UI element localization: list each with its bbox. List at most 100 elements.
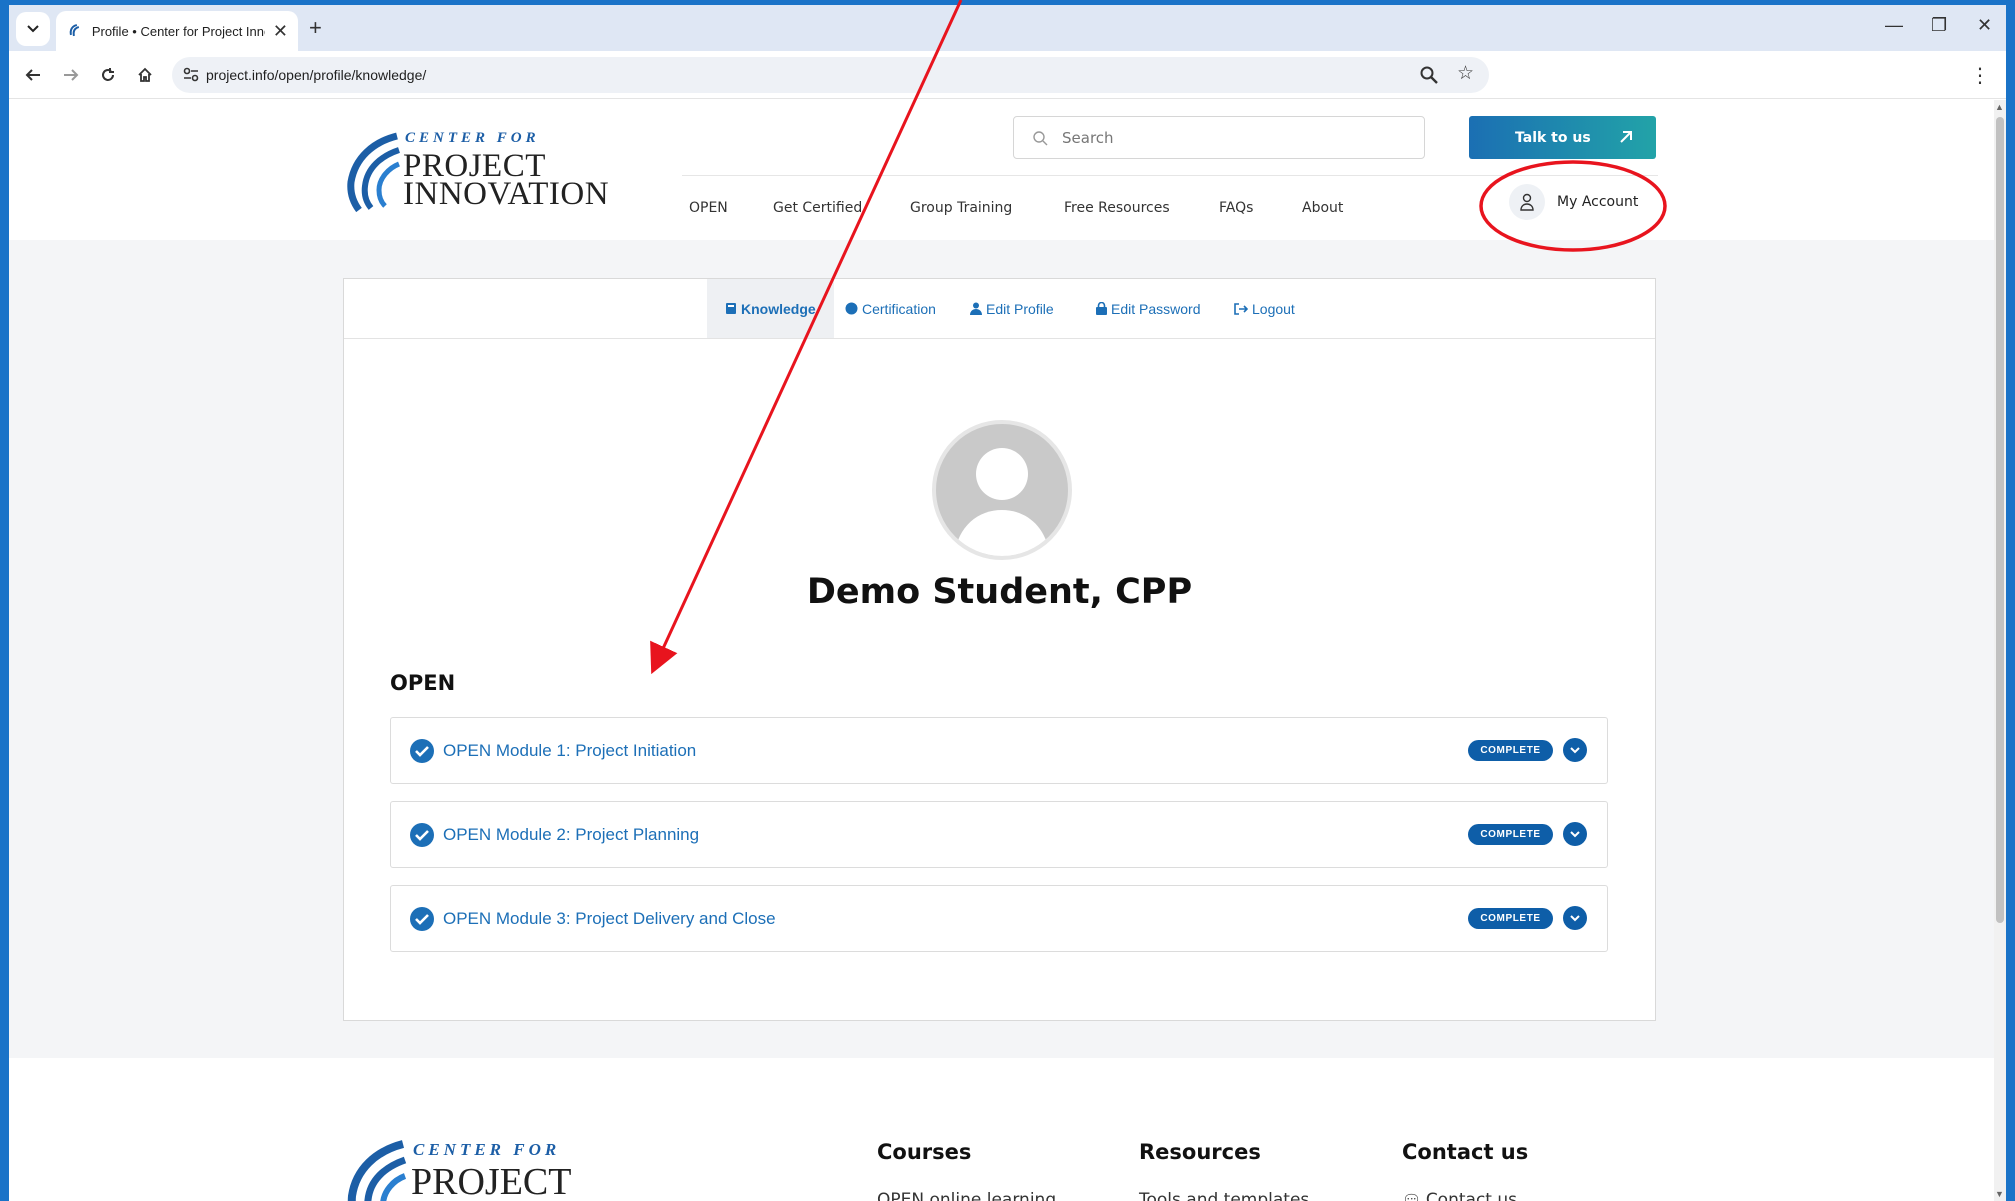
logo-center-for: CENTER FOR — [405, 130, 540, 146]
footer-logo[interactable]: CENTER FOR PROJECT INNOVATION — [343, 1140, 663, 1201]
expand-button[interactable] — [1563, 906, 1587, 930]
nav-open[interactable]: OPEN — [689, 200, 728, 216]
tab-logout[interactable]: Logout — [1216, 279, 1313, 338]
status-badge: COMPLETE — [1468, 824, 1553, 845]
tab-edit-profile[interactable]: Edit Profile — [952, 279, 1072, 338]
footer-link-contact-us[interactable]: 💬︎ Contact us — [1402, 1190, 1528, 1201]
close-tab-icon[interactable]: ✕ — [273, 21, 288, 42]
talk-to-us-button[interactable]: Talk to us — [1469, 116, 1656, 159]
browser-window: Profile • Center for Project Inno ✕ + — … — [9, 5, 2006, 1201]
logo-swoosh-icon — [347, 132, 401, 212]
page-viewport: CENTER FOR PROJECT INNOVATION Talk to us… — [9, 100, 1994, 1201]
site-header: CENTER FOR PROJECT INNOVATION Talk to us… — [9, 100, 1994, 240]
tab-title: Profile • Center for Project Inno — [91, 23, 265, 39]
tab-knowledge[interactable]: Knowledge — [707, 279, 834, 338]
nav-group-training[interactable]: Group Training — [910, 200, 1012, 216]
tab-certification-label: Certification — [862, 300, 936, 317]
nav-free-resources[interactable]: Free Resources — [1064, 200, 1170, 216]
home-icon — [138, 67, 152, 82]
footer-logo-center-for: CENTER FOR — [413, 1140, 561, 1159]
certificate-icon — [845, 302, 858, 315]
scroll-up-icon[interactable]: ▲ — [1995, 102, 2004, 112]
logo-line2: INNOVATION — [403, 176, 610, 212]
chevron-down-icon — [1570, 914, 1580, 921]
footer-link-tools-templates[interactable]: Tools and templates — [1139, 1190, 1309, 1201]
site-search[interactable] — [1013, 116, 1425, 159]
close-window-icon[interactable]: ✕ — [1977, 15, 1992, 36]
forward-button[interactable] — [57, 61, 85, 89]
reload-button[interactable] — [94, 61, 122, 89]
status-badge: COMPLETE — [1468, 908, 1553, 929]
address-bar[interactable]: project.info/open/profile/knowledge/ ☆ — [172, 57, 1489, 93]
scrollbar-thumb[interactable] — [1996, 117, 2004, 923]
scroll-down-icon[interactable]: ▼ — [1995, 1189, 2004, 1199]
site-logo[interactable]: CENTER FOR PROJECT INNOVATION — [343, 130, 623, 216]
my-account-link[interactable]: My Account — [1509, 184, 1638, 220]
logo-swoosh-icon — [347, 1140, 407, 1201]
talk-to-us-label: Talk to us — [1515, 129, 1591, 146]
chevron-down-icon — [27, 25, 39, 33]
nav-about[interactable]: About — [1302, 200, 1343, 216]
page-scrollbar[interactable]: ▲ ▼ — [1994, 100, 2006, 1201]
chevron-down-icon — [1570, 746, 1580, 753]
expand-button[interactable] — [1563, 822, 1587, 846]
nav-divider — [682, 175, 1658, 176]
module-title[interactable]: OPEN Module 2: Project Planning — [443, 825, 699, 845]
bookmark-star-icon[interactable]: ☆ — [1457, 64, 1474, 83]
profile-avatar — [932, 420, 1072, 560]
profile-card: Knowledge Certification Edit Profile Edi… — [343, 278, 1656, 1021]
browser-tab[interactable]: Profile • Center for Project Inno ✕ — [56, 11, 298, 51]
nav-faqs[interactable]: FAQs — [1219, 200, 1253, 216]
module-title[interactable]: OPEN Module 1: Project Initiation — [443, 741, 696, 761]
avatar-placeholder-icon — [954, 448, 1050, 556]
tab-search-button[interactable] — [16, 12, 50, 46]
module-row[interactable]: OPEN Module 3: Project Delivery and Clos… — [390, 885, 1608, 952]
footer-link-open-online-learning[interactable]: OPEN online learning — [877, 1190, 1056, 1201]
new-tab-icon[interactable]: + — [309, 15, 322, 41]
forward-arrow-icon — [64, 69, 79, 81]
site-info-icon[interactable] — [182, 66, 200, 84]
student-name: Demo Student, CPP — [806, 572, 1193, 612]
check-circle-icon — [410, 739, 434, 763]
back-button[interactable] — [19, 61, 47, 89]
lock-icon — [1096, 302, 1107, 315]
arrow-up-right-icon — [1620, 131, 1632, 143]
module-row[interactable]: OPEN Module 2: Project Planning COMPLETE — [390, 801, 1608, 868]
search-input[interactable] — [1062, 117, 1402, 158]
url-text: project.info/open/profile/knowledge/ — [206, 67, 427, 83]
tab-edit-password[interactable]: Edit Password — [1078, 279, 1218, 338]
logout-icon — [1234, 302, 1248, 315]
footer-contact-label: Contact us — [1425, 1190, 1517, 1201]
tab-edit-profile-label: Edit Profile — [986, 300, 1054, 317]
footer-courses-heading: Courses — [877, 1140, 972, 1164]
check-circle-icon — [410, 823, 434, 847]
home-button[interactable] — [131, 61, 159, 89]
footer-resources-heading: Resources — [1139, 1140, 1261, 1164]
user-icon — [970, 302, 982, 315]
search-icon — [1033, 131, 1048, 146]
tab-edit-password-label: Edit Password — [1111, 300, 1201, 317]
module-row[interactable]: OPEN Module 1: Project Initiation COMPLE… — [390, 717, 1608, 784]
profile-tabs: Knowledge Certification Edit Profile Edi… — [344, 279, 1655, 339]
minimize-icon[interactable]: — — [1885, 15, 1903, 36]
site-footer: CENTER FOR PROJECT INNOVATION Courses OP… — [9, 1058, 1994, 1201]
nav-get-certified[interactable]: Get Certified — [773, 200, 862, 216]
status-badge: COMPLETE — [1468, 740, 1553, 761]
footer-contact-heading: Contact us — [1402, 1140, 1529, 1164]
back-arrow-icon — [25, 69, 40, 81]
expand-button[interactable] — [1563, 738, 1587, 762]
footer-contact-column: Contact us 💬︎ Contact us — [1402, 1140, 1528, 1201]
browser-menu-icon[interactable]: ⋮ — [1970, 63, 1990, 88]
reload-icon — [102, 68, 114, 81]
site-favicon-icon — [69, 24, 80, 37]
zoom-icon[interactable] — [1419, 65, 1439, 85]
tab-certification[interactable]: Certification — [827, 279, 954, 338]
footer-logo-line2: INNOVATION — [411, 1194, 643, 1201]
chevron-down-icon — [1570, 830, 1580, 837]
my-account-label: My Account — [1557, 194, 1639, 210]
restore-icon[interactable]: ❐ — [1931, 15, 1947, 36]
user-icon — [1509, 184, 1545, 220]
book-icon — [725, 302, 737, 315]
tab-strip: Profile • Center for Project Inno ✕ + — … — [9, 5, 2006, 51]
module-title[interactable]: OPEN Module 3: Project Delivery and Clos… — [443, 909, 776, 929]
